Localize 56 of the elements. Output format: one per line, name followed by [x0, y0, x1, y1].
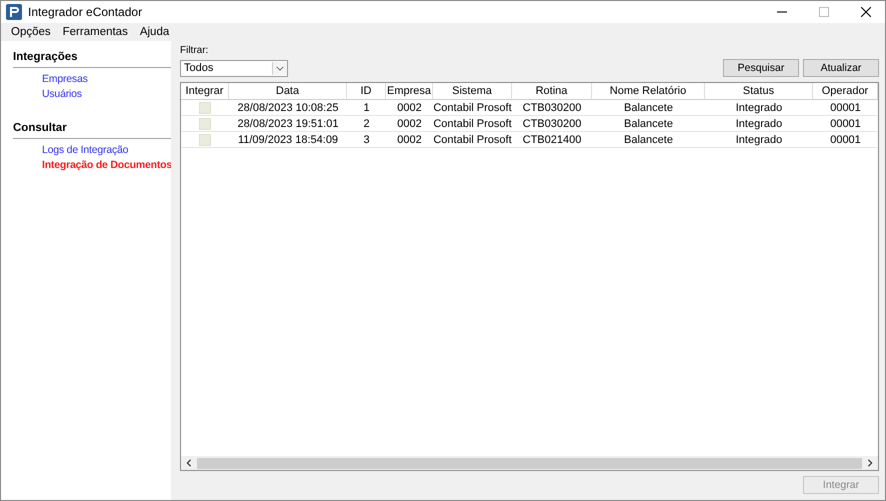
scroll-left-icon[interactable] [185, 459, 193, 467]
checkbox[interactable] [199, 102, 211, 114]
table-cell-text: Contabil Prosoft [433, 100, 512, 115]
table-cell-text: 28/08/2023 19:51:01 [236, 116, 340, 131]
app-logo-icon [6, 4, 22, 20]
sidebar-link[interactable]: Logs de Integração [13, 143, 171, 158]
table-cell-text: Integrado [734, 116, 784, 131]
column-header[interactable]: ID [347, 83, 386, 99]
column-header[interactable]: Data [229, 83, 347, 99]
column-header[interactable]: Sistema [433, 83, 512, 99]
table-cell-text: Integrado [734, 100, 784, 115]
table-cell-text: 28/08/2023 10:08:25 [236, 100, 340, 115]
table-cell-text: 0002 [396, 132, 423, 147]
filter-label: Filtrar: [180, 45, 208, 56]
table-cell-text: Balancete [623, 100, 674, 115]
table-cell-text: Contabil Prosoft [433, 116, 512, 131]
horizontal-scrollbar[interactable] [181, 456, 878, 470]
table-cell-text: CTB021400 [522, 132, 582, 147]
window-title: Integrador eContador [28, 5, 142, 19]
filter-dropdown[interactable]: Todos [180, 60, 288, 76]
table-cell-text: 1 [362, 100, 371, 115]
table-cell-text: 00001 [829, 132, 862, 147]
maximize-icon[interactable] [819, 7, 829, 17]
search-button[interactable]: Pesquisar [723, 59, 799, 77]
column-header[interactable]: Operador [813, 83, 878, 99]
table-cell-text: 0002 [396, 100, 423, 115]
close-icon[interactable] [861, 7, 871, 17]
column-header[interactable]: Empresa [386, 83, 433, 99]
table-cell-text: 2 [362, 116, 371, 131]
table-cell-text: Integrado [734, 132, 784, 147]
sidebar-link[interactable]: Empresas [13, 72, 171, 87]
checkbox[interactable] [199, 134, 211, 146]
table-cell-text: CTB030200 [522, 116, 582, 131]
table-cell-text: 11/09/2023 18:54:09 [236, 132, 340, 147]
scroll-right-icon[interactable] [866, 459, 874, 467]
table-cell-text: Contabil Prosoft [433, 132, 512, 147]
menu-item[interactable]: Ferramentas [56, 26, 134, 38]
column-header[interactable]: Status [705, 83, 813, 99]
sidebar-link[interactable]: Integração de Documentos [13, 158, 171, 173]
table-cell-text: 00001 [829, 100, 862, 115]
dropdown-value: Todos [184, 62, 214, 74]
checkbox[interactable] [199, 118, 211, 130]
table-cell-text: 00001 [829, 116, 862, 131]
sidebar-link[interactable]: Usuários [13, 87, 171, 102]
column-header[interactable]: Nome Relatório [592, 83, 705, 99]
menu-item[interactable]: Opções [1, 26, 57, 38]
table-cell-text: Balancete [623, 116, 674, 131]
menu-item[interactable]: Ajuda [134, 26, 176, 38]
table-cell-text: CTB030200 [522, 100, 582, 115]
refresh-button[interactable]: Atualizar [803, 59, 879, 77]
table-cell-text: 0002 [396, 116, 423, 131]
caret-icon [272, 62, 287, 74]
column-header[interactable]: Integrar [181, 83, 229, 99]
table-cell-text: Balancete [623, 132, 674, 147]
column-header[interactable]: Rotina [512, 83, 592, 99]
table-cell-text: 3 [362, 132, 371, 147]
